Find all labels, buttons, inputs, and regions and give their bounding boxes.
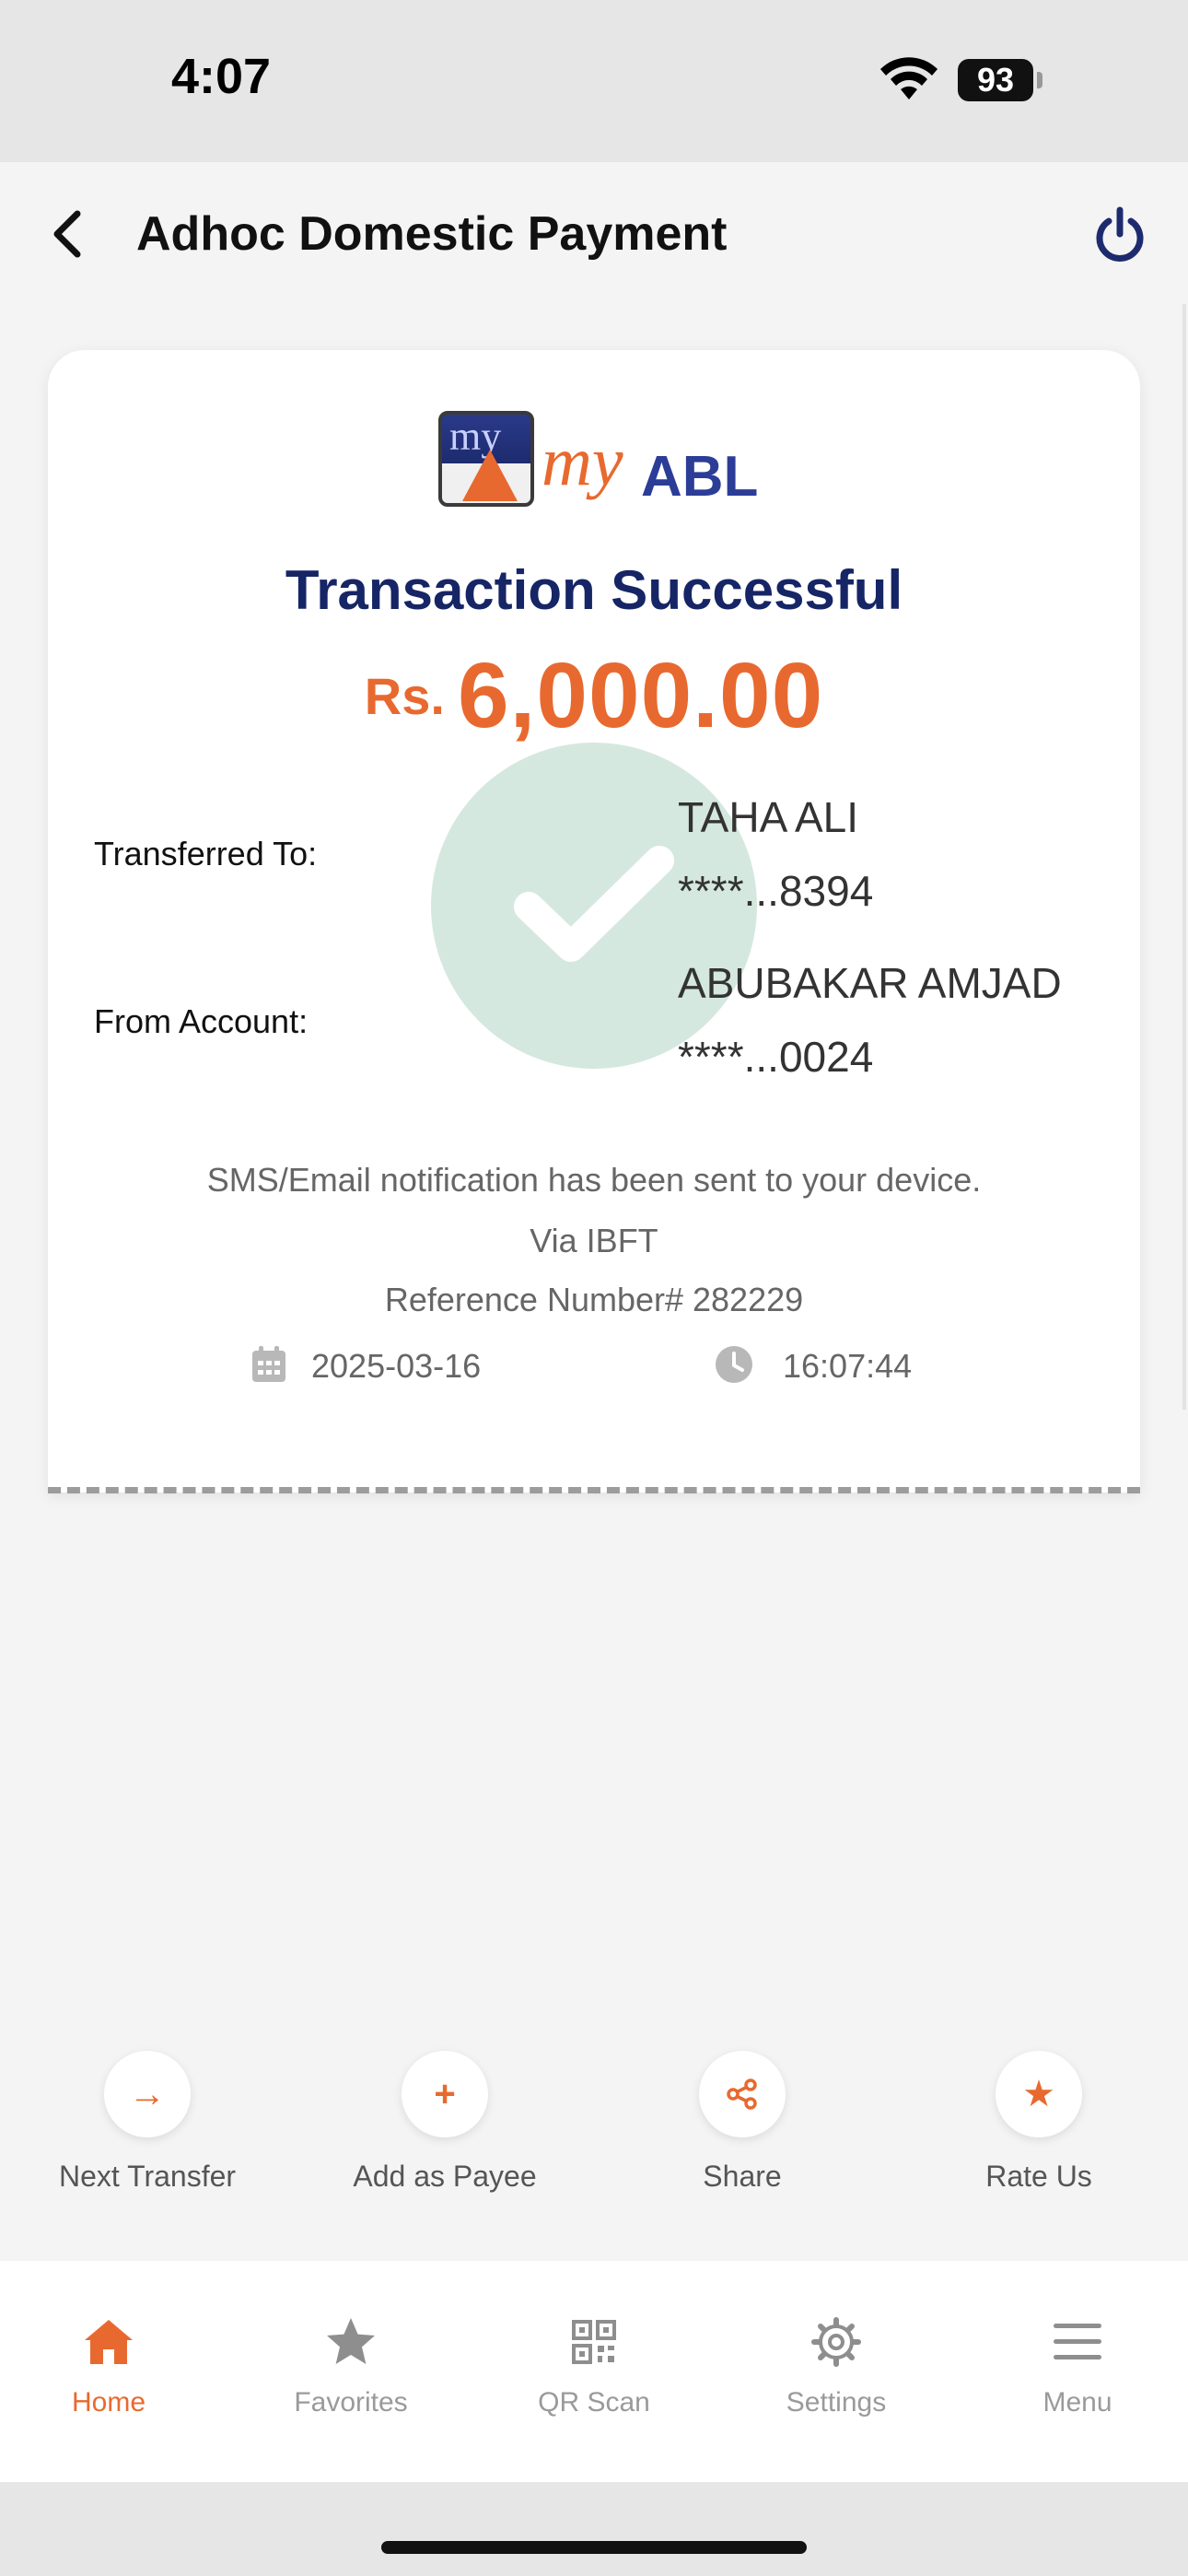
qr-icon[interactable] <box>566 2314 622 2370</box>
home-icon[interactable] <box>81 2314 136 2370</box>
plus-icon[interactable]: + <box>402 2051 488 2137</box>
nav-favorites[interactable]: Favorites <box>259 2314 443 2418</box>
logo-a-shape <box>462 450 518 501</box>
battery-indicator: 93 <box>958 59 1033 101</box>
app-header: Adhoc Domestic Payment <box>0 162 1188 310</box>
nav-menu-label: Menu <box>1042 2387 1112 2418</box>
home-indicator-area <box>0 2482 1188 2576</box>
reference-number: Reference Number# 282229 <box>384 1281 804 1318</box>
battery-nub <box>1037 72 1042 88</box>
screen: 4:07 93 Adhoc Domestic Payment my my ABL <box>0 0 1188 2576</box>
transaction-date: 2025-03-16 <box>311 1347 482 1385</box>
wifi-icon <box>880 57 938 100</box>
scrollbar <box>1182 304 1186 1410</box>
nav-menu[interactable]: Menu <box>985 2314 1170 2418</box>
action-row: → Next Transfer + Add as Payee Share ★ R… <box>0 2051 1188 2217</box>
page-title: Adhoc Domestic Payment <box>136 207 728 261</box>
rate-us-button[interactable]: ★ Rate Us <box>919 2051 1159 2194</box>
sender-account: ****...0024 <box>678 1033 874 1081</box>
myabl-logo: my my ABL <box>438 411 758 518</box>
arrow-right-icon[interactable]: → <box>104 2051 191 2137</box>
rate-us-label: Rate Us <box>985 2160 1092 2193</box>
status-time: 4:07 <box>171 49 272 104</box>
logo-my-text: my <box>542 423 623 500</box>
transferred-to-label: Transferred To: <box>94 835 318 872</box>
recipient-name: TAHA ALI <box>678 793 859 841</box>
star-icon[interactable] <box>323 2314 379 2370</box>
nav-home-label: Home <box>71 2387 146 2418</box>
share-icon[interactable] <box>699 2051 786 2137</box>
status-bar: 4:07 93 <box>0 0 1188 162</box>
share-button[interactable]: Share <box>623 2051 862 2194</box>
menu-icon[interactable] <box>1050 2314 1105 2370</box>
power-logout-icon[interactable] <box>1092 206 1147 265</box>
transaction-status-title: Transaction Successful <box>285 559 903 621</box>
nav-qr-scan-label: QR Scan <box>538 2387 650 2418</box>
from-account-label: From Account: <box>94 1002 309 1040</box>
receipt-tear-edge <box>48 1487 1140 1493</box>
amount-currency: Rs. <box>364 667 445 725</box>
receipt-card: my my ABL Transaction Successful Rs. 6,00… <box>48 350 1140 1493</box>
nav-home[interactable]: Home <box>17 2314 201 2418</box>
add-as-payee-label: Add as Payee <box>353 2160 537 2193</box>
next-transfer-label: Next Transfer <box>58 2160 237 2193</box>
notification-text: SMS/Email notification has been sent to … <box>206 1161 982 1199</box>
transfer-method: Via IBFT <box>530 1222 658 1259</box>
back-chevron-icon[interactable] <box>48 208 88 260</box>
share-label: Share <box>703 2160 782 2193</box>
logo-mark: my <box>438 411 534 507</box>
home-indicator[interactable] <box>381 2541 807 2554</box>
clock-icon <box>716 1346 752 1383</box>
amount: Rs. 6,000.00 <box>48 643 1140 749</box>
nav-settings[interactable]: Settings <box>744 2314 928 2418</box>
amount-value: 6,000.00 <box>457 644 824 747</box>
gear-icon[interactable] <box>809 2314 864 2370</box>
transaction-time: 16:07:44 <box>783 1347 913 1385</box>
calendar-icon <box>252 1346 285 1382</box>
nav-qr-scan[interactable]: QR Scan <box>502 2314 686 2418</box>
star-icon[interactable]: ★ <box>996 2051 1082 2137</box>
nav-settings-label: Settings <box>786 2387 887 2418</box>
next-transfer-button[interactable]: → Next Transfer <box>28 2051 267 2194</box>
sender-name: ABUBAKAR AMJAD <box>678 959 1062 1007</box>
recipient-account: ****...8394 <box>678 867 874 915</box>
nav-favorites-label: Favorites <box>294 2387 408 2418</box>
logo-abl-text: ABL <box>641 445 759 509</box>
add-as-payee-button[interactable]: + Add as Payee <box>325 2051 565 2194</box>
bottom-navigation: Home Favorites QR Scan Settings Menu <box>0 2261 1188 2482</box>
